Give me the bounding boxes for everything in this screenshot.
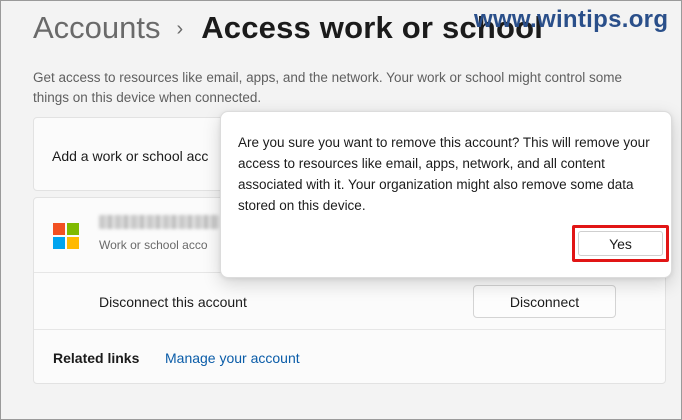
chevron-right-icon: › — [176, 17, 184, 40]
related-links-label: Related links — [53, 350, 140, 366]
disconnect-label: Disconnect this account — [99, 294, 247, 310]
breadcrumb: Accounts › Access work or school — [33, 8, 543, 48]
related-links-row: Related links Manage your account — [34, 330, 665, 385]
account-type-label: Work or school acco — [99, 238, 208, 252]
add-account-label: Add a work or school acc — [52, 148, 209, 164]
account-email-blurred — [99, 215, 219, 229]
breadcrumb-accounts[interactable]: Accounts — [33, 10, 161, 46]
watermark: www.wintips.org — [474, 6, 669, 33]
remove-account-dialog: Are you sure you want to remove this acc… — [220, 111, 672, 278]
microsoft-logo-icon — [53, 223, 79, 249]
yes-button-label: Yes — [578, 231, 663, 256]
page-description: Get access to resources like email, apps… — [33, 70, 623, 105]
manage-account-link[interactable]: Manage your account — [165, 350, 300, 366]
yes-button[interactable]: Yes — [572, 225, 669, 262]
disconnect-button[interactable]: Disconnect — [473, 285, 616, 318]
disconnect-row: Disconnect this account Disconnect — [34, 273, 665, 330]
dialog-message: Are you sure you want to remove this acc… — [238, 135, 650, 213]
